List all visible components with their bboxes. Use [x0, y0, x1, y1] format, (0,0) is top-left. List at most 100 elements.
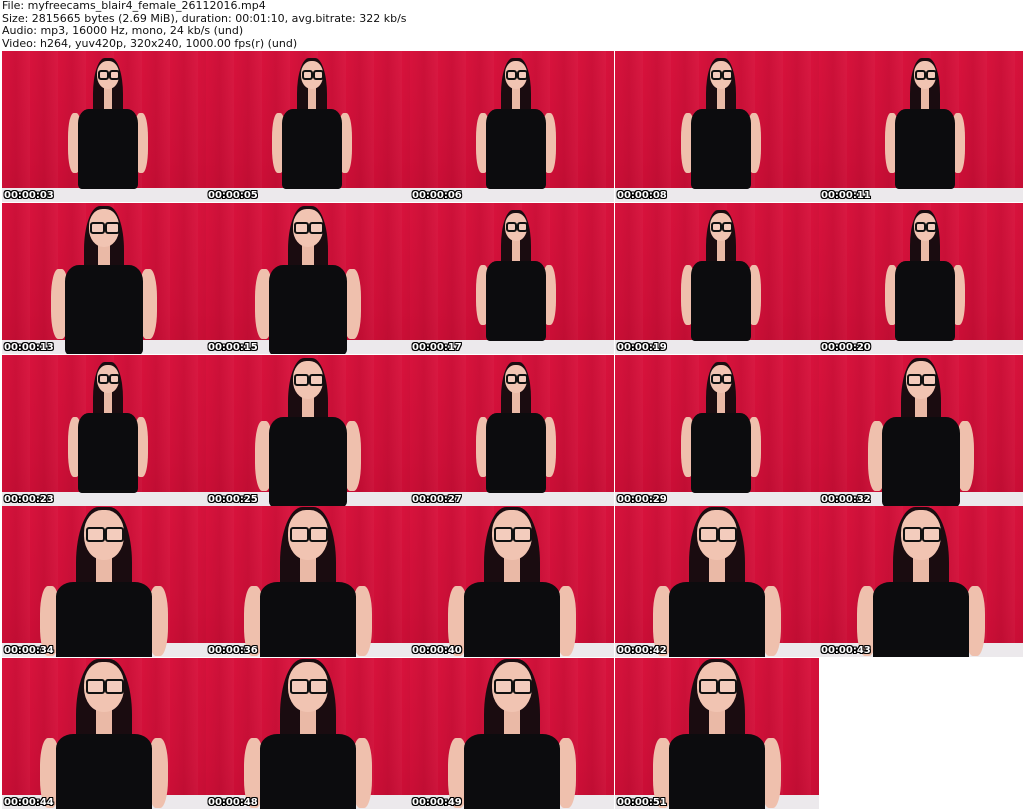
black-top: [486, 109, 547, 189]
glasses-right-lens: [517, 374, 529, 385]
glasses-left-lens: [699, 678, 718, 694]
black-top: [78, 413, 139, 493]
thumbnail-timestamp: 00:00:29: [617, 494, 667, 505]
person-figure: [206, 51, 410, 202]
glasses-right-lens: [926, 70, 938, 81]
glasses-right-lens: [105, 678, 124, 694]
black-top: [873, 582, 969, 657]
video-thumbnail: 00:00:49: [410, 658, 614, 809]
video-thumbnail: 00:00:29: [615, 355, 819, 506]
thumbnail-timestamp: 00:00:03: [4, 190, 54, 201]
glasses-right-lens: [309, 221, 324, 234]
glasses-left-lens: [914, 70, 927, 81]
glasses-left-lens: [90, 221, 105, 234]
black-top: [669, 734, 765, 809]
video-info-line: Video: h264, yuv420p, 320x240, 1000.00 f…: [2, 36, 298, 50]
person-figure: [819, 203, 1023, 354]
glasses-left-lens: [97, 374, 110, 385]
black-top: [78, 109, 139, 189]
person-figure: [819, 355, 1023, 506]
glasses-left-lens: [710, 222, 723, 233]
glasses-right-lens: [313, 70, 325, 81]
person-figure: [2, 203, 206, 354]
thumbnail-timestamp: 00:00:51: [617, 797, 667, 808]
glasses-right-lens: [309, 678, 328, 694]
video-thumbnail: 00:00:19: [615, 203, 819, 354]
thumbnail-timestamp: 00:00:15: [208, 342, 258, 353]
glasses-left-lens: [290, 678, 309, 694]
glasses-right-lens: [517, 222, 529, 233]
thumbnail-timestamp: 00:00:06: [412, 190, 462, 201]
glasses-left-lens: [294, 373, 309, 386]
person-figure: [410, 51, 614, 202]
person-figure: [615, 506, 819, 657]
person-figure: [2, 355, 206, 506]
person-figure: [206, 355, 410, 506]
glasses-right-lens: [517, 70, 529, 81]
person-figure: [2, 51, 206, 202]
glasses-right-lens: [513, 526, 532, 542]
person-figure: [615, 658, 819, 809]
video-thumbnail: 00:00:20: [819, 203, 1023, 354]
video-thumbnail: 00:00:51: [615, 658, 819, 809]
glasses-left-lens: [86, 526, 105, 542]
glasses-right-lens: [513, 678, 532, 694]
black-top: [464, 582, 560, 657]
video-thumbnail: 00:00:13: [2, 203, 206, 354]
glasses-right-lens: [722, 374, 734, 385]
thumbnail-timestamp: 00:00:48: [208, 797, 258, 808]
person-figure: [819, 506, 1023, 657]
video-thumbnail: 00:00:23: [2, 355, 206, 506]
person-figure: [615, 355, 819, 506]
video-thumbnail: 00:00:17: [410, 203, 614, 354]
black-top: [882, 417, 960, 506]
thumbnail-timestamp: 00:00:25: [208, 494, 258, 505]
video-thumbnail: 00:00:43: [819, 506, 1023, 657]
black-top: [269, 265, 347, 354]
glasses-right-lens: [109, 70, 121, 81]
glasses-left-lens: [294, 221, 309, 234]
video-thumbnail: 00:00:15: [206, 203, 410, 354]
person-figure: [2, 658, 206, 809]
thumbnail-timestamp: 00:00:32: [821, 494, 871, 505]
thumbnail-timestamp: 00:00:27: [412, 494, 462, 505]
glasses-left-lens: [914, 222, 927, 233]
glasses-right-lens: [109, 374, 121, 385]
thumbnail-timestamp: 00:00:20: [821, 342, 871, 353]
video-thumbnail: 00:00:11: [819, 51, 1023, 202]
glasses-left-lens: [505, 222, 518, 233]
person-figure: [819, 51, 1023, 202]
thumbnail-timestamp: 00:00:43: [821, 645, 871, 656]
thumbnail-timestamp: 00:00:23: [4, 494, 54, 505]
thumbnail-timestamp: 00:00:13: [4, 342, 54, 353]
black-top: [65, 265, 143, 354]
video-thumbnail: 00:00:05: [206, 51, 410, 202]
glasses-left-lens: [699, 526, 718, 542]
person-figure: [410, 203, 614, 354]
person-figure: [615, 51, 819, 202]
video-thumbnail: 00:00:36: [206, 506, 410, 657]
black-top: [56, 582, 152, 657]
glasses-right-lens: [922, 526, 941, 542]
glasses-left-lens: [907, 373, 922, 386]
video-thumbnail: 00:00:34: [2, 506, 206, 657]
glasses-right-lens: [722, 70, 734, 81]
black-top: [486, 261, 547, 341]
video-thumbnail: 00:00:40: [410, 506, 614, 657]
glasses-left-lens: [505, 374, 518, 385]
glasses-right-lens: [922, 373, 937, 386]
glasses-left-lens: [301, 70, 314, 81]
glasses-right-lens: [105, 221, 120, 234]
person-figure: [410, 658, 614, 809]
glasses-left-lens: [494, 526, 513, 542]
black-top: [895, 261, 956, 341]
glasses-right-lens: [722, 222, 734, 233]
black-top: [895, 109, 956, 189]
glasses-right-lens: [718, 526, 737, 542]
glasses-right-lens: [926, 222, 938, 233]
glasses-right-lens: [105, 526, 124, 542]
thumbnail-timestamp: 00:00:34: [4, 645, 54, 656]
black-top: [56, 734, 152, 809]
file-name-line: File: myfreecams_blair4_female_26112016.…: [2, 0, 266, 12]
glasses-left-lens: [494, 678, 513, 694]
